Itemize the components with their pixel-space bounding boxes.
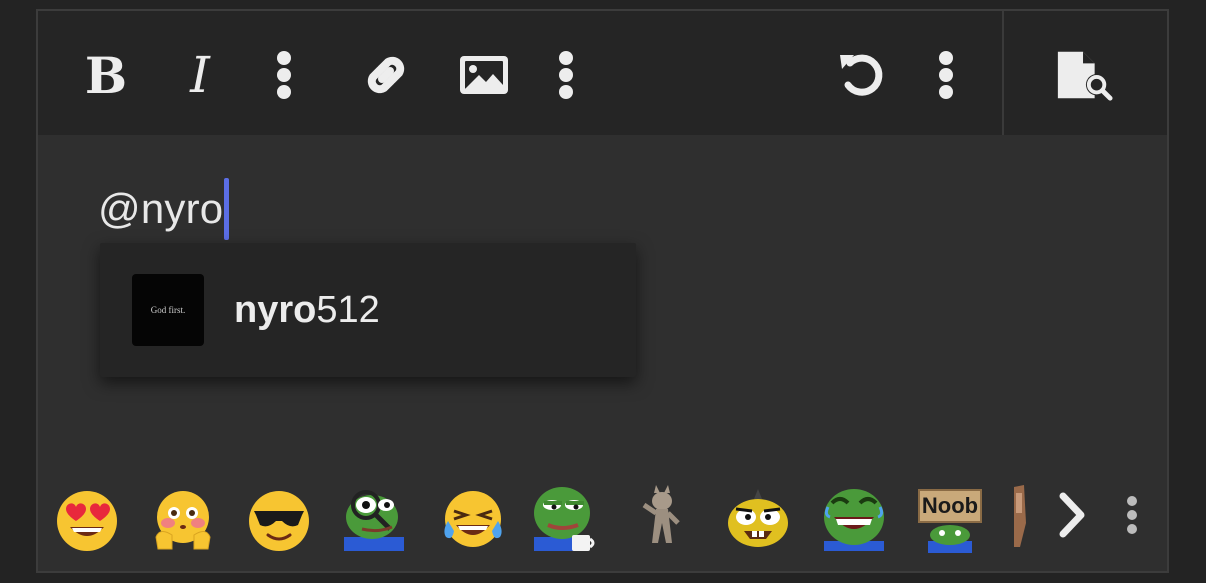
undo-button[interactable] — [832, 45, 892, 105]
username-rest: 512 — [316, 288, 380, 331]
sunglasses-emoji[interactable] — [246, 487, 312, 553]
italic-icon: I — [190, 46, 210, 104]
document-search-icon — [1057, 51, 1113, 101]
link-icon — [367, 56, 405, 94]
image-icon — [460, 56, 508, 94]
partial-sticker[interactable] — [1012, 483, 1028, 553]
text-caret — [224, 178, 230, 240]
dancing-cat-sticker[interactable] — [632, 483, 696, 553]
image-button[interactable] — [454, 45, 514, 105]
history-more-button[interactable] — [916, 45, 976, 105]
username-match: nyro — [234, 288, 317, 331]
link-button[interactable] — [356, 45, 416, 105]
formatting-more-button[interactable] — [254, 45, 314, 105]
chevron-right-icon — [1059, 492, 1085, 538]
pepe-coffee-sticker[interactable] — [532, 483, 596, 553]
more-vertical-icon — [559, 51, 573, 99]
bold-icon: B — [84, 45, 128, 105]
more-vertical-icon — [939, 51, 953, 99]
emoji-bar: Noob — [38, 455, 1167, 571]
more-vertical-icon — [277, 51, 291, 99]
emoji-more-button[interactable] — [1102, 485, 1162, 545]
undo-icon — [840, 54, 883, 96]
bold-button[interactable]: B — [76, 45, 136, 105]
preview-pane — [1002, 11, 1167, 135]
insert-more-button[interactable] — [536, 45, 596, 105]
avatar-text: God first. — [150, 305, 186, 315]
comment-editor: B I @nyro God first. nyro 512 Noob — [36, 9, 1169, 573]
noob-sign-text: Noob — [918, 489, 982, 523]
pepe-laughing-sticker[interactable] — [822, 483, 886, 553]
avatar: God first. — [132, 274, 204, 346]
suggestion-username: nyro 512 — [234, 288, 380, 332]
typed-mention: @nyro — [98, 185, 224, 232]
heart-eyes-emoji[interactable] — [54, 487, 120, 553]
more-vertical-icon — [1127, 496, 1137, 534]
mention-suggestions: God first. nyro 512 — [100, 243, 636, 377]
emoji-next-button[interactable] — [1042, 485, 1102, 545]
mention-suggestion-item[interactable]: God first. nyro 512 — [100, 243, 636, 377]
crazy-face-sticker[interactable] — [726, 483, 790, 553]
blushing-hands-emoji[interactable] — [150, 487, 216, 553]
pepe-magnifier-sticker[interactable] — [342, 483, 406, 553]
editor-toolbar: B I — [38, 11, 1167, 135]
preview-button[interactable] — [1054, 45, 1114, 105]
noob-sign-sticker[interactable]: Noob — [918, 483, 982, 553]
editor-text[interactable]: @nyro — [98, 177, 230, 241]
italic-button[interactable]: I — [170, 45, 230, 105]
editor-content[interactable]: @nyro God first. nyro 512 — [38, 135, 1167, 455]
crying-laughing-emoji[interactable] — [440, 487, 506, 553]
